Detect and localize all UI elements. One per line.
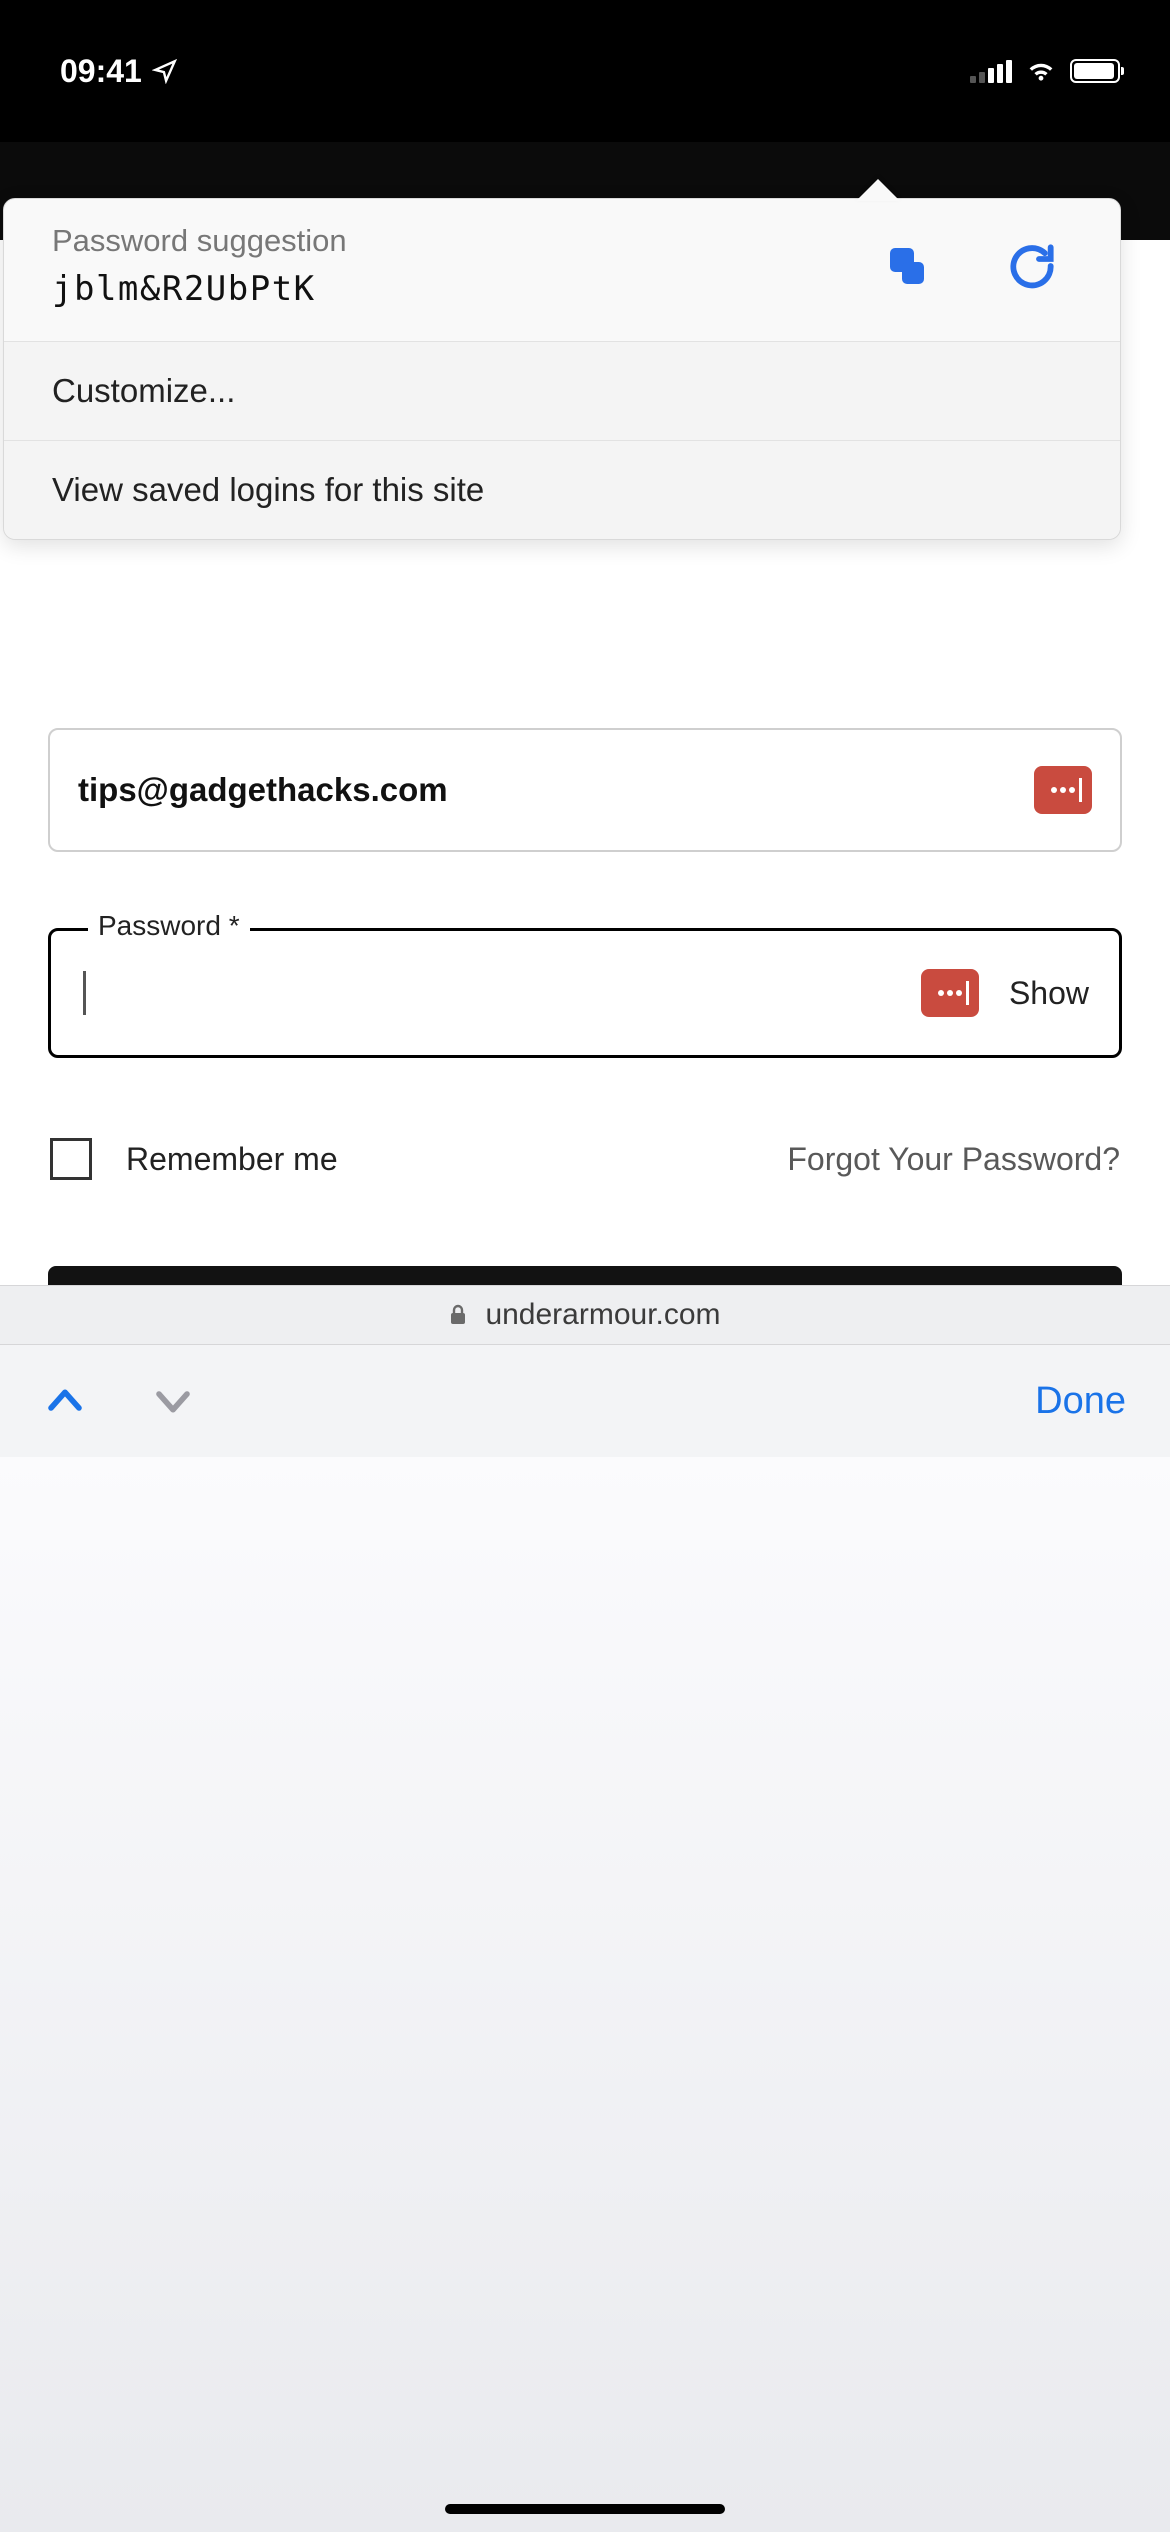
wifi-icon [1026, 59, 1056, 83]
status-bar: 09:41 [0, 0, 1170, 142]
prev-field-button[interactable] [44, 1380, 86, 1422]
status-right [970, 59, 1120, 83]
status-time: 09:41 [60, 53, 178, 90]
password-manager-icon[interactable] [921, 969, 979, 1017]
home-indicator[interactable] [445, 2504, 725, 2514]
lock-icon [449, 1304, 467, 1326]
time-label: 09:41 [60, 53, 142, 90]
password-field[interactable]: Show [48, 928, 1122, 1058]
forgot-password-link[interactable]: Forgot Your Password? [787, 1141, 1120, 1178]
done-button[interactable]: Done [1035, 1380, 1126, 1423]
email-field[interactable]: tips@gadgethacks.com [48, 728, 1122, 852]
next-field-button[interactable] [152, 1380, 194, 1422]
refresh-icon[interactable] [1004, 238, 1060, 294]
remember-checkbox[interactable] [50, 1138, 92, 1180]
signal-icon [970, 59, 1012, 83]
password-suggestion-popover: Password suggestion jblm&R2UbPtK Customi… [3, 198, 1121, 540]
view-saved-logins-button[interactable]: View saved logins for this site [4, 441, 1120, 539]
password-suggestion-row[interactable]: Password suggestion jblm&R2UbPtK [4, 199, 1120, 342]
domain-label: underarmour.com [485, 1298, 720, 1332]
suggested-password: jblm&R2UbPtK [52, 269, 878, 309]
show-password-button[interactable]: Show [1009, 975, 1089, 1012]
email-value: tips@gadgethacks.com [78, 771, 1034, 809]
keyboard-area [0, 1457, 1170, 2532]
remember-forgot-row: Remember me Forgot Your Password? [48, 1138, 1122, 1180]
customize-button[interactable]: Customize... [4, 342, 1120, 441]
password-field-wrap: Password * Show [48, 928, 1122, 1058]
password-label: Password * [88, 910, 250, 942]
battery-icon [1070, 59, 1120, 83]
password-manager-icon[interactable] [1034, 766, 1092, 814]
location-arrow-icon [152, 58, 178, 84]
keyboard-accessory: Done [0, 1345, 1170, 1457]
address-bar[interactable]: underarmour.com [0, 1285, 1170, 1345]
text-cursor [83, 971, 86, 1015]
remember-label: Remember me [126, 1141, 338, 1178]
copy-icon[interactable] [878, 238, 934, 294]
suggestion-label: Password suggestion [52, 223, 878, 259]
